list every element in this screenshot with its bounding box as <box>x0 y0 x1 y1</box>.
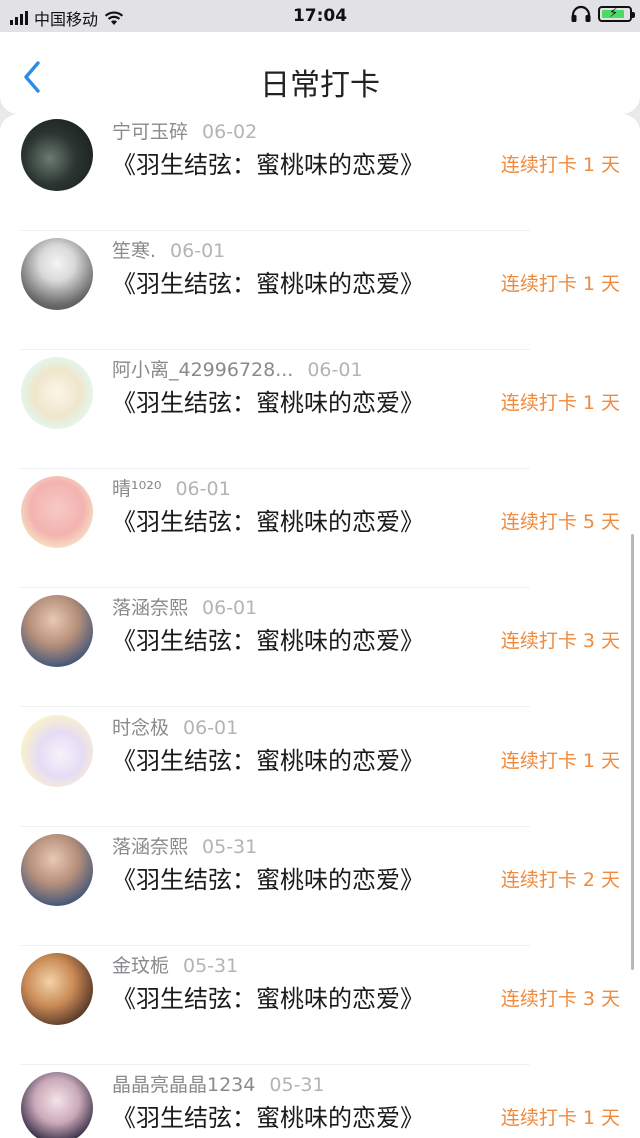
book-title[interactable]: 《羽生结弦：蜜桃味的恋爱》 <box>112 979 424 1014</box>
entry-date: 06-01 <box>307 359 363 381</box>
entry-date: 05-31 <box>183 955 239 977</box>
book-title[interactable]: 《羽生结弦：蜜桃味的恋爱》 <box>112 1098 424 1133</box>
avatar[interactable] <box>21 715 93 787</box>
nav-bar: 日常打卡 <box>0 32 640 114</box>
list-item[interactable]: 落涵奈熙 05-31 《羽生结弦：蜜桃味的恋爱》 连续打卡 2 天 <box>0 827 640 946</box>
avatar[interactable] <box>21 476 93 548</box>
entry-date: 06-01 <box>202 597 258 619</box>
streak-label: 连续打卡 3 天 <box>500 630 620 652</box>
streak-label: 连续打卡 1 天 <box>500 154 620 176</box>
book-title[interactable]: 《羽生结弦：蜜桃味的恋爱》 <box>112 741 424 776</box>
list-item[interactable]: 落涵奈熙 06-01 《羽生结弦：蜜桃味的恋爱》 连续打卡 3 天 <box>0 588 640 707</box>
entry-date: 06-01 <box>170 240 226 262</box>
username: 晶晶亮晶晶1234 <box>112 1074 256 1096</box>
status-bar: 中国移动 17:04 ⚡ <box>0 0 640 32</box>
username: 笙寒. <box>112 240 157 262</box>
avatar[interactable] <box>21 953 93 1025</box>
username: 时念极 <box>112 717 170 739</box>
streak-label: 连续打卡 1 天 <box>500 392 620 414</box>
list-item[interactable]: 笙寒. 06-01 《羽生结弦：蜜桃味的恋爱》 连续打卡 1 天 <box>0 231 640 350</box>
list-item[interactable]: 金玟栀 05-31 《羽生结弦：蜜桃味的恋爱》 连续打卡 3 天 <box>0 946 640 1065</box>
avatar[interactable] <box>21 357 93 429</box>
book-title[interactable]: 《羽生结弦：蜜桃味的恋爱》 <box>112 264 424 299</box>
entry-date: 05-31 <box>202 836 258 858</box>
username: 落涵奈熙 <box>112 836 189 858</box>
entry-date: 06-01 <box>183 717 239 739</box>
battery-icon: ⚡ <box>598 6 635 22</box>
username: 落涵奈熙 <box>112 597 189 619</box>
streak-label: 连续打卡 3 天 <box>500 988 620 1010</box>
book-title[interactable]: 《羽生结弦：蜜桃味的恋爱》 <box>112 502 424 537</box>
book-title[interactable]: 《羽生结弦：蜜桃味的恋爱》 <box>112 383 424 418</box>
divider <box>20 706 530 707</box>
book-title[interactable]: 《羽生结弦：蜜桃味的恋爱》 <box>112 860 424 895</box>
scrollbar[interactable] <box>631 534 634 970</box>
book-title[interactable]: 《羽生结弦：蜜桃味的恋爱》 <box>112 621 424 656</box>
list-item[interactable]: 阿小离_42996728... 06-01 《羽生结弦：蜜桃味的恋爱》 连续打卡 … <box>0 350 640 469</box>
username: 金玟栀 <box>112 955 170 977</box>
avatar[interactable] <box>21 595 93 667</box>
status-time: 17:04 <box>292 6 348 26</box>
status-right: ⚡ <box>570 5 635 23</box>
page-title: 日常打卡 <box>260 68 380 103</box>
username: 晴¹⁰²⁰ <box>112 478 162 500</box>
list-item[interactable]: 晴¹⁰²⁰ 06-01 《羽生结弦：蜜桃味的恋爱》 连续打卡 5 天 <box>0 469 640 588</box>
username: 宁可玉碎 <box>112 121 189 143</box>
avatar[interactable] <box>21 119 93 191</box>
username: 阿小离_42996728... <box>112 359 294 381</box>
list-item[interactable]: 宁可玉碎 06-02 《羽生结弦：蜜桃味的恋爱》 连续打卡 1 天 <box>0 114 640 231</box>
entry-date: 05-31 <box>269 1074 325 1096</box>
avatar[interactable] <box>21 1072 93 1138</box>
streak-label: 连续打卡 5 天 <box>500 511 620 533</box>
checkin-list[interactable]: 宁可玉碎 06-02 《羽生结弦：蜜桃味的恋爱》 连续打卡 1 天 笙寒. 06-0… <box>0 114 640 1138</box>
streak-label: 连续打卡 1 天 <box>500 1107 620 1129</box>
streak-label: 连续打卡 2 天 <box>500 869 620 891</box>
entry-date: 06-02 <box>202 121 258 143</box>
entry-date: 06-01 <box>175 478 231 500</box>
list-item[interactable]: 时念极 06-01 《羽生结弦：蜜桃味的恋爱》 连续打卡 1 天 <box>0 708 640 827</box>
streak-label: 连续打卡 1 天 <box>500 273 620 295</box>
avatar[interactable] <box>21 238 93 310</box>
list-item[interactable]: 晶晶亮晶晶1234 05-31 《羽生结弦：蜜桃味的恋爱》 连续打卡 1 天 <box>0 1065 640 1138</box>
streak-label: 连续打卡 1 天 <box>500 750 620 772</box>
book-title[interactable]: 《羽生结弦：蜜桃味的恋爱》 <box>112 145 424 180</box>
avatar[interactable] <box>21 834 93 906</box>
headphones-icon <box>571 5 591 22</box>
